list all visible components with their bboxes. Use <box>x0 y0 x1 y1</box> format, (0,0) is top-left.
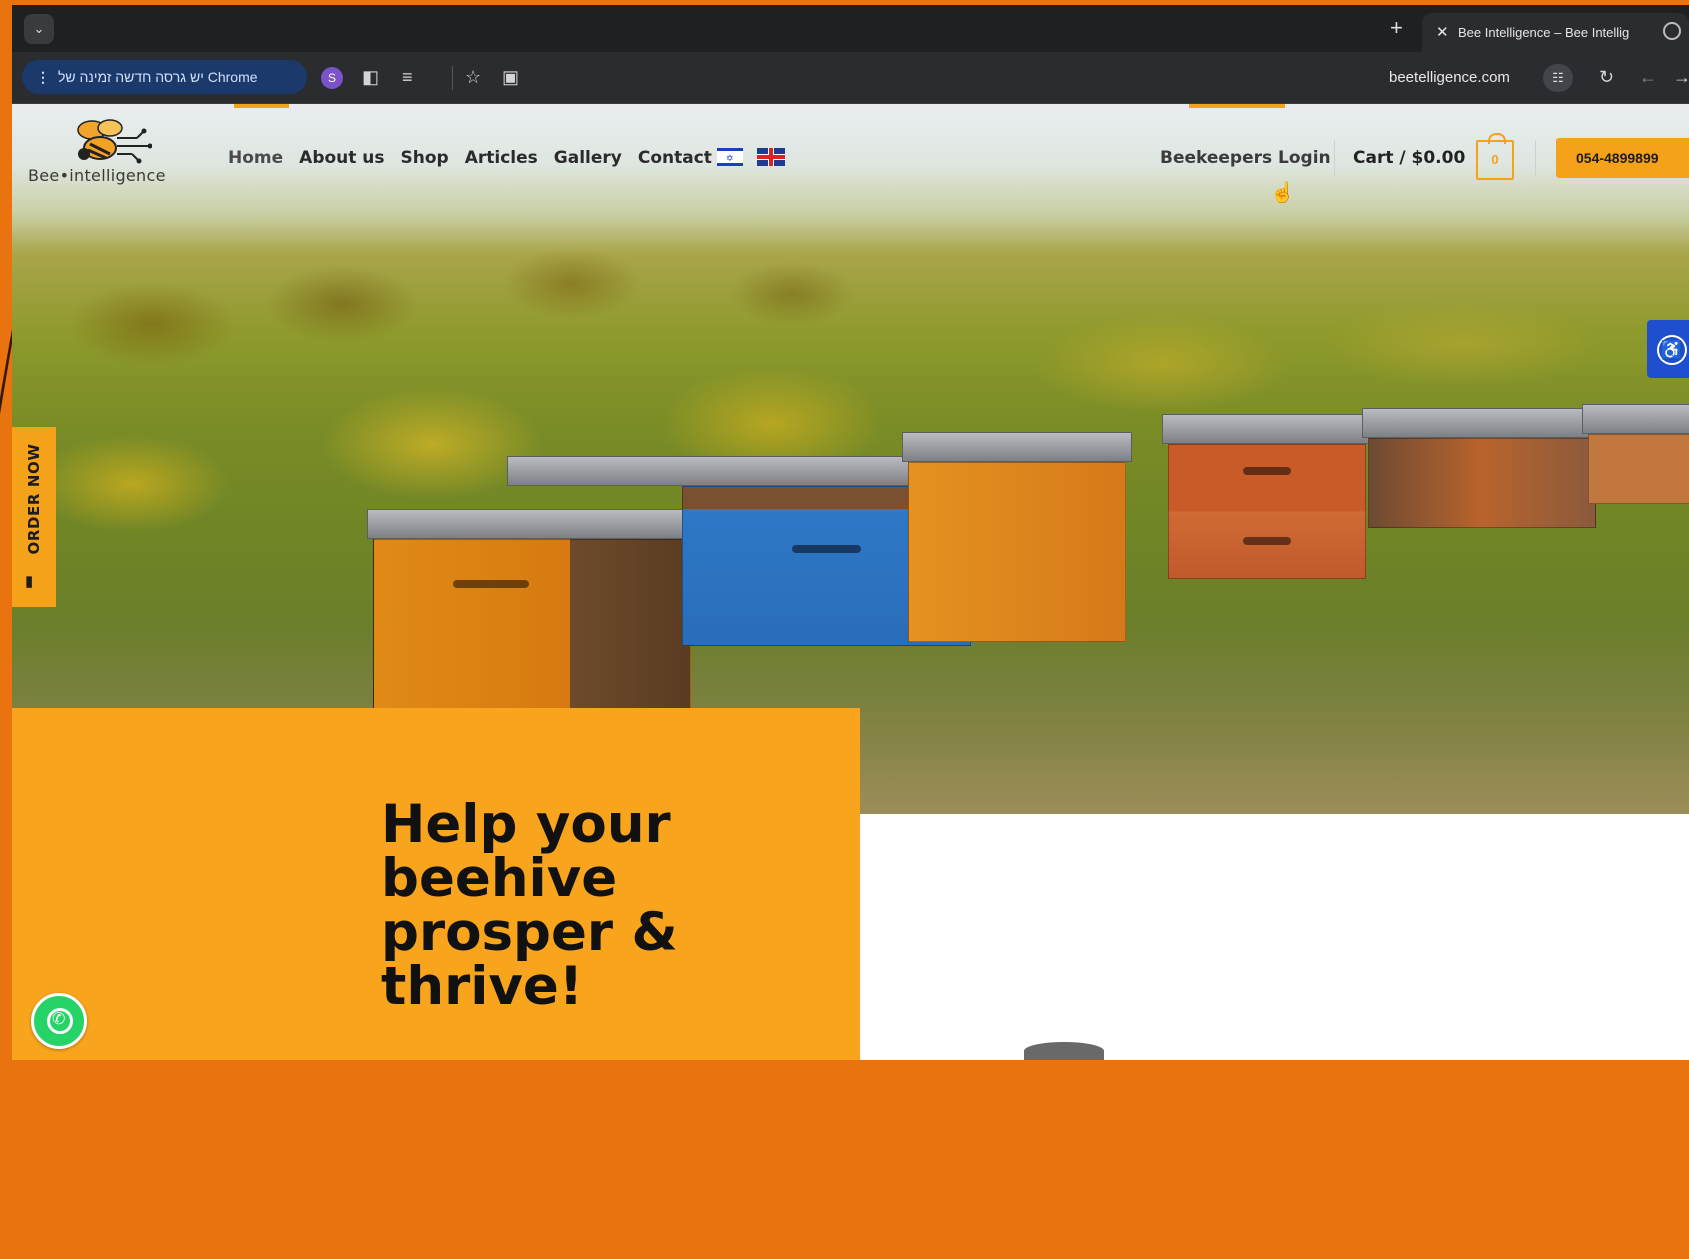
nav-about-us[interactable]: About us <box>291 148 392 168</box>
whatsapp-button[interactable] <box>31 993 87 1049</box>
bee-logo-icon <box>77 119 152 164</box>
new-tab-button[interactable]: + <box>1390 15 1403 41</box>
beehive <box>1582 404 1689 504</box>
tab-strip: ⌄ + ✕ Bee Intelligence – Bee Intellig <box>12 5 1689 52</box>
cast-icon[interactable]: ▣ <box>502 66 519 88</box>
reading-list-icon[interactable]: ≡ <box>402 66 413 88</box>
globe-icon <box>1663 22 1681 40</box>
promo-banner: Help your beehive prosper & thrive! <box>12 708 860 1060</box>
more-vert-icon: ⋮ <box>36 69 50 85</box>
beehive <box>1162 414 1372 579</box>
nav-articles[interactable]: Articles <box>457 148 546 168</box>
side-panel-icon[interactable]: ◧ <box>362 66 379 88</box>
update-chip-label: יש גרסה חדשה זמינה של Chrome <box>58 69 258 85</box>
nav-active-indicator <box>234 104 289 108</box>
english-flag-icon[interactable] <box>757 148 785 166</box>
order-now-label: ORDER NOW <box>25 443 43 555</box>
address-bar[interactable]: beetelligence.com <box>1389 69 1510 86</box>
logo-wordmark: Bee•intelligence <box>28 166 166 185</box>
main-nav: Home About us Shop Articles Gallery Cont… <box>220 148 720 168</box>
hand-cursor-icon: ☝ <box>1270 182 1295 204</box>
promo-title: Help your beehive prosper & thrive! <box>381 794 678 1017</box>
forward-arrow-icon[interactable]: → <box>1673 66 1689 88</box>
whatsapp-icon <box>47 1008 73 1034</box>
browser-window: ⌄ + ✕ Bee Intelligence – Bee Intellig ⋮ י… <box>12 5 1689 1060</box>
nav-active-indicator <box>1189 104 1285 108</box>
web-page: Bee•intelligence Home About us Shop Arti… <box>12 104 1689 1060</box>
accessibility-icon: ♿ <box>1657 335 1687 365</box>
nav-contact[interactable]: Contact <box>630 148 720 168</box>
header-divider <box>1334 140 1335 176</box>
beekeepers-login-link[interactable]: Beekeepers Login <box>1160 148 1331 168</box>
shopping-bag-icon[interactable]: 0 <box>1476 133 1514 180</box>
close-icon[interactable]: ✕ <box>1436 23 1449 41</box>
toolbar-divider <box>452 66 453 90</box>
partial-image <box>1024 1042 1104 1060</box>
chevron-down-icon[interactable]: ⌄ <box>24 14 54 44</box>
star-icon[interactable]: ☆ <box>465 66 481 88</box>
header-divider <box>1535 140 1536 176</box>
order-now-tab[interactable]: ORDER NOW ▮ <box>12 427 56 607</box>
hebrew-flag-icon[interactable]: ✡ <box>717 148 743 166</box>
cart-link[interactable]: Cart / $0.00 <box>1353 148 1465 168</box>
site-logo[interactable]: Bee•intelligence <box>28 114 188 200</box>
phone-button[interactable]: 054-4899899 <box>1556 138 1689 178</box>
nav-shop[interactable]: Shop <box>393 148 457 168</box>
back-arrow-icon[interactable]: ← <box>1639 66 1657 88</box>
browser-toolbar: ⋮ יש גרסה חדשה זמינה של Chrome S ◧ ≡ ☆ ▣ … <box>12 52 1689 104</box>
extension-icon[interactable]: S <box>321 67 343 89</box>
accessibility-button[interactable]: ♿ <box>1647 320 1689 378</box>
browser-tab[interactable]: ✕ Bee Intelligence – Bee Intellig <box>1422 13 1689 52</box>
screen-frame: ⌄ + ✕ Bee Intelligence – Bee Intellig ⋮ י… <box>0 0 1689 1259</box>
beehive <box>902 432 1132 642</box>
chrome-update-chip[interactable]: ⋮ יש גרסה חדשה זמינה של Chrome <box>22 60 307 94</box>
reload-icon[interactable]: ↻ <box>1599 66 1614 88</box>
nav-gallery[interactable]: Gallery <box>546 148 630 168</box>
nav-home[interactable]: Home <box>220 148 291 168</box>
beehive <box>1362 408 1602 528</box>
tab-title: Bee Intelligence – Bee Intellig <box>1458 25 1630 40</box>
tune-icon[interactable]: ☷ <box>1543 64 1573 92</box>
book-icon: ▮ <box>25 573 34 590</box>
